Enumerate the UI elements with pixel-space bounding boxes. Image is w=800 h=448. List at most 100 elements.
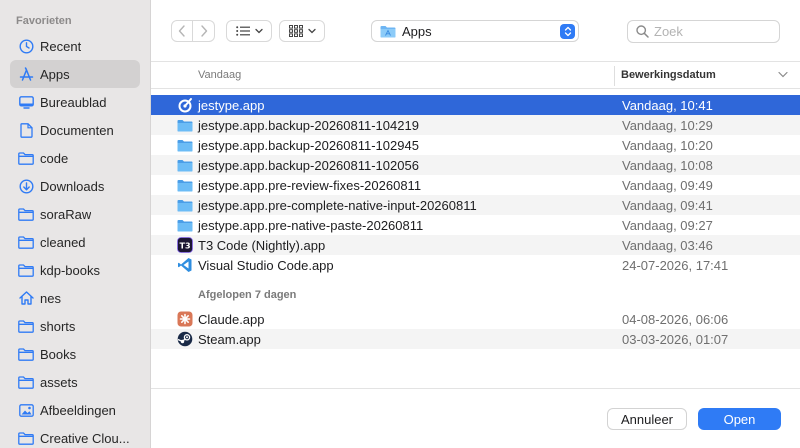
- sidebar-item-assets[interactable]: assets: [10, 368, 140, 396]
- file-name: jestype.app: [198, 98, 265, 113]
- chevron-down-icon: [254, 28, 263, 34]
- file-row[interactable]: jestype.app.pre-native-paste-20260811 Van…: [151, 215, 800, 235]
- sidebar-item-label: shorts: [40, 318, 76, 334]
- folder-icon: [18, 374, 34, 390]
- sidebar: Favorieten Recent Apps Bureaublad Documente…: [0, 0, 151, 448]
- file-name: jestype.app.pre-complete-native-input-20…: [198, 198, 477, 213]
- file-row[interactable]: jestype.app.pre-complete-native-input-20…: [151, 195, 800, 215]
- desktop-icon: [18, 94, 34, 110]
- sidebar-item-recent[interactable]: Recent: [10, 32, 140, 60]
- apps-icon: [18, 66, 34, 82]
- sidebar-item-label: nes: [40, 290, 61, 306]
- file-row[interactable]: jestype.app.pre-review-fixes-20260811 Van…: [151, 175, 800, 195]
- sidebar-item-books[interactable]: Books: [10, 340, 140, 368]
- search-field[interactable]: [627, 20, 780, 43]
- toolbar: Apps: [151, 0, 800, 62]
- file-row[interactable]: jestype.app.backup-20260811-102056 Vandaa…: [151, 155, 800, 175]
- sidebar-item-label: Creative Clou...: [40, 430, 130, 446]
- sidebar-section-title: Favorieten: [16, 15, 72, 27]
- sidebar-item-label: Apps: [40, 66, 70, 82]
- sidebar-item-nes[interactable]: nes: [10, 284, 140, 312]
- folder-icon: [18, 262, 34, 278]
- sidebar-item-label: Documenten: [40, 122, 114, 138]
- folder-icon: [18, 206, 34, 222]
- file-name: T3 Code (Nightly).app: [198, 238, 326, 253]
- file-row[interactable]: jestype.app Vandaag, 10:41: [151, 95, 800, 115]
- folder-icon: [18, 150, 34, 166]
- folder-icon: [177, 177, 193, 193]
- folder-icon: [177, 137, 193, 153]
- claude-app-icon: [177, 311, 193, 327]
- file-name: jestype.app.backup-20260811-102945: [198, 138, 419, 153]
- file-name: Steam.app: [198, 332, 261, 347]
- file-name: jestype.app.backup-20260811-104219: [198, 118, 419, 133]
- grid-view-icon: [288, 25, 303, 37]
- file-row[interactable]: Visual Studio Code.app 24-07-2026, 17:41: [151, 255, 800, 275]
- sidebar-item-kdp-books[interactable]: kdp-books: [10, 256, 140, 284]
- sidebar-item-cleaned[interactable]: cleaned: [10, 228, 140, 256]
- file-date: Vandaag, 10:08: [622, 158, 713, 173]
- column-name-header[interactable]: Vandaag: [198, 69, 241, 81]
- sidebar-item-label: kdp-books: [40, 262, 100, 278]
- sidebar-item-apps[interactable]: Apps: [10, 60, 140, 88]
- location-label: Apps: [402, 23, 432, 39]
- file-row[interactable]: jestype.app.backup-20260811-104219 Vandaa…: [151, 115, 800, 135]
- file-name: jestype.app.pre-review-fixes-20260811: [198, 178, 422, 193]
- search-input[interactable]: [654, 24, 774, 39]
- sidebar-item-bureaublad[interactable]: Bureaublad: [10, 88, 140, 116]
- document-icon: [18, 122, 34, 138]
- location-stepper[interactable]: [560, 24, 575, 39]
- folder-icon: [177, 139, 193, 151]
- grid-view-button[interactable]: [279, 20, 325, 42]
- apps-folder-icon: [380, 25, 396, 37]
- download-icon: [18, 178, 34, 194]
- folder-icon: [177, 217, 193, 233]
- folder-icon: [177, 117, 193, 133]
- file-row[interactable]: Steam.app 03-03-2026, 01:07: [151, 329, 800, 349]
- sidebar-item-label: soraRaw: [40, 206, 92, 222]
- sidebar-item-label: cleaned: [40, 234, 86, 250]
- sidebar-item-code[interactable]: code: [10, 144, 140, 172]
- sidebar-item-soraraw[interactable]: soraRaw: [10, 200, 140, 228]
- file-date: 03-03-2026, 01:07: [622, 332, 729, 347]
- steam-app-icon: [177, 331, 193, 347]
- section-header: Afgelopen 7 dagen: [198, 289, 297, 301]
- folder-icon: [177, 199, 193, 211]
- file-row[interactable]: jestype.app.backup-20260811-102945 Vandaa…: [151, 135, 800, 155]
- column-divider[interactable]: [614, 66, 615, 86]
- file-row[interactable]: T3 T3 Code (Nightly).app Vandaag, 03:46: [151, 235, 800, 255]
- file-row[interactable]: Claude.app 04-08-2026, 06:06: [151, 309, 800, 329]
- home-icon: [18, 290, 34, 306]
- bottom-bar: Annuleer Open: [151, 388, 800, 448]
- folder-icon: [18, 234, 34, 250]
- forward-button[interactable]: [193, 20, 215, 42]
- t3-code-app-icon: T3: [177, 237, 193, 253]
- sidebar-item-label: code: [40, 150, 69, 166]
- file-date: Vandaag, 10:41: [622, 98, 713, 113]
- sidebar-item-label: Books: [40, 346, 77, 362]
- sidebar-item-afbeeldingen[interactable]: Afbeeldingen: [10, 396, 140, 424]
- folder-icon: [18, 346, 34, 362]
- chevron-down-icon: [307, 28, 316, 34]
- sidebar-item-label: Bureaublad: [40, 94, 107, 110]
- sidebar-item-label: Afbeeldingen: [40, 402, 116, 418]
- file-date: Vandaag, 03:46: [622, 238, 713, 253]
- back-button[interactable]: [171, 20, 193, 42]
- column-date-header[interactable]: Bewerkingsdatum: [621, 69, 716, 81]
- file-date: Vandaag, 10:20: [622, 138, 713, 153]
- sidebar-item-downloads[interactable]: Downloads: [10, 172, 140, 200]
- location-popup[interactable]: Apps: [371, 20, 579, 42]
- open-button[interactable]: Open: [698, 408, 781, 430]
- list-view-button[interactable]: [226, 20, 272, 42]
- sidebar-item-documenten[interactable]: Documenten: [10, 116, 140, 144]
- sidebar-item-label: Downloads: [40, 178, 105, 194]
- folder-icon: [177, 197, 193, 213]
- column-header: Vandaag Bewerkingsdatum: [151, 62, 800, 89]
- file-date: Vandaag, 10:29: [622, 118, 713, 133]
- folder-icon: [177, 219, 193, 231]
- sort-chevron-down-icon[interactable]: [778, 71, 788, 78]
- sidebar-item-shorts[interactable]: shorts: [10, 312, 140, 340]
- sidebar-item-creative-clou[interactable]: Creative Clou...: [10, 424, 140, 448]
- file-date: Vandaag, 09:41: [622, 198, 713, 213]
- cancel-button[interactable]: Annuleer: [607, 408, 687, 430]
